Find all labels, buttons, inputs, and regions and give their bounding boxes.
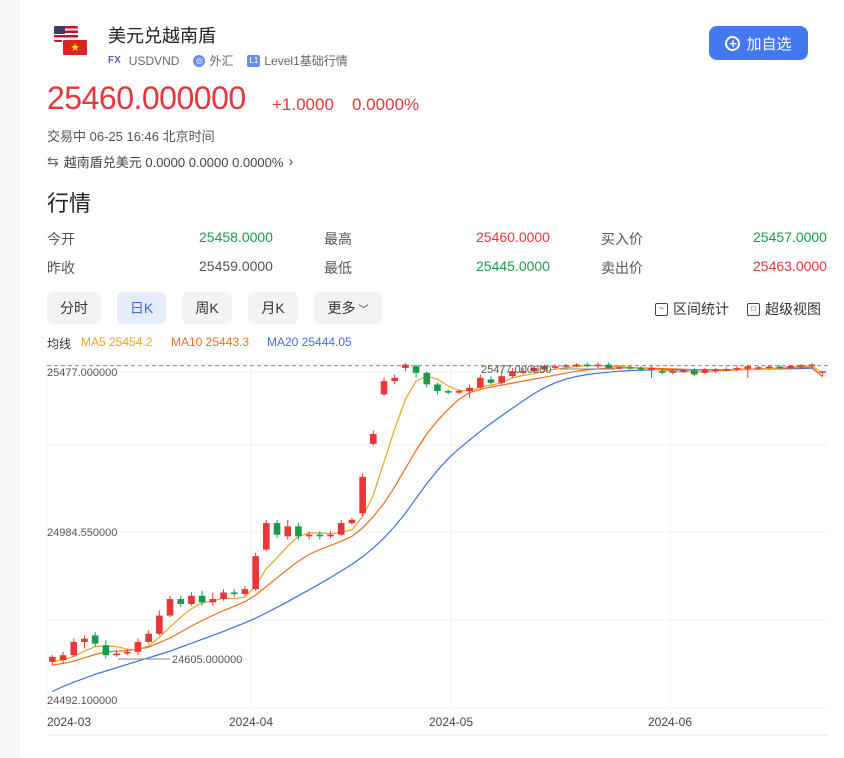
candle-body [230,592,238,595]
x-axis-label: 2024-06 [648,715,692,729]
candle-body [305,534,313,537]
candle-body [787,365,794,368]
candle-body [551,366,559,368]
candle-body [134,641,142,652]
candle-body [81,638,88,642]
candle-body [412,366,420,373]
ma5-line [52,365,824,663]
candle-body [252,556,259,590]
candle-body [605,364,612,368]
candle-body [487,379,495,383]
candle-body [359,476,366,514]
candle-body [59,655,67,661]
y-axis-label: 24984.550000 [47,527,117,539]
ma20-line [52,367,824,693]
candle-body [466,387,473,392]
x-axis-label: 2024-03 [47,715,91,729]
candle-body [295,526,302,537]
candle-body [776,366,784,369]
candle-body [402,364,409,368]
candle-body [573,364,580,367]
candle-body [444,391,452,393]
candle-body [188,595,195,604]
candle-body [220,592,227,600]
candle-body [594,364,602,367]
candle-body [562,365,570,367]
y-axis-label: 25477.000000 [47,367,117,379]
candle-body [797,365,805,367]
candle-body [669,371,677,373]
candle-body [113,653,120,656]
candle-body [755,367,762,369]
candle-body [166,599,174,616]
candle-body [701,369,709,373]
candle-body [637,367,645,370]
candle-body [765,366,773,369]
candle-body [626,367,634,369]
candle-body [712,369,719,372]
candle-body [616,367,623,369]
candle-body [391,377,399,382]
candle-body [423,372,431,385]
candle-body [476,377,484,388]
candle-body [380,381,388,395]
x-axis-label: 2024-04 [229,715,273,729]
candle-body [434,384,441,392]
low-annotation: 24605.000000 [172,654,242,666]
candle-body [648,367,655,370]
candle-body [369,433,377,444]
candle-body [348,519,356,524]
candle-body [123,651,131,654]
candle-body [102,645,110,656]
candle-body [744,366,752,369]
candle-body [70,641,78,656]
candle-body [808,364,816,367]
candle-body [198,595,206,603]
candle-body [91,635,99,644]
candle-body [498,376,506,383]
candle-body [284,526,292,537]
candlestick-chart[interactable]: 25477.000000 24984.550000 24492.100000 2024… [0,0,844,758]
candle-body [733,367,741,370]
candle-body [690,370,698,375]
candle-body [49,656,56,662]
high-annotation: 25477.000000 [481,364,551,376]
candle-body [583,364,591,367]
candle-body [723,369,730,371]
candle-body [658,371,666,373]
candle-body [177,599,185,604]
candle-body [145,633,152,642]
candle-body [819,371,826,373]
candle-body [156,615,163,634]
x-axis-label: 2024-05 [429,715,473,729]
candle-body [241,589,249,595]
candle-body [209,599,217,603]
y-axis-label: 24492.100000 [47,695,117,707]
candle-body [455,391,463,393]
candle-body [316,534,324,537]
candle-body [273,523,281,535]
candle-body [680,370,687,373]
candle-body [263,523,270,550]
candle-body [337,523,345,535]
candle-body [327,534,334,537]
